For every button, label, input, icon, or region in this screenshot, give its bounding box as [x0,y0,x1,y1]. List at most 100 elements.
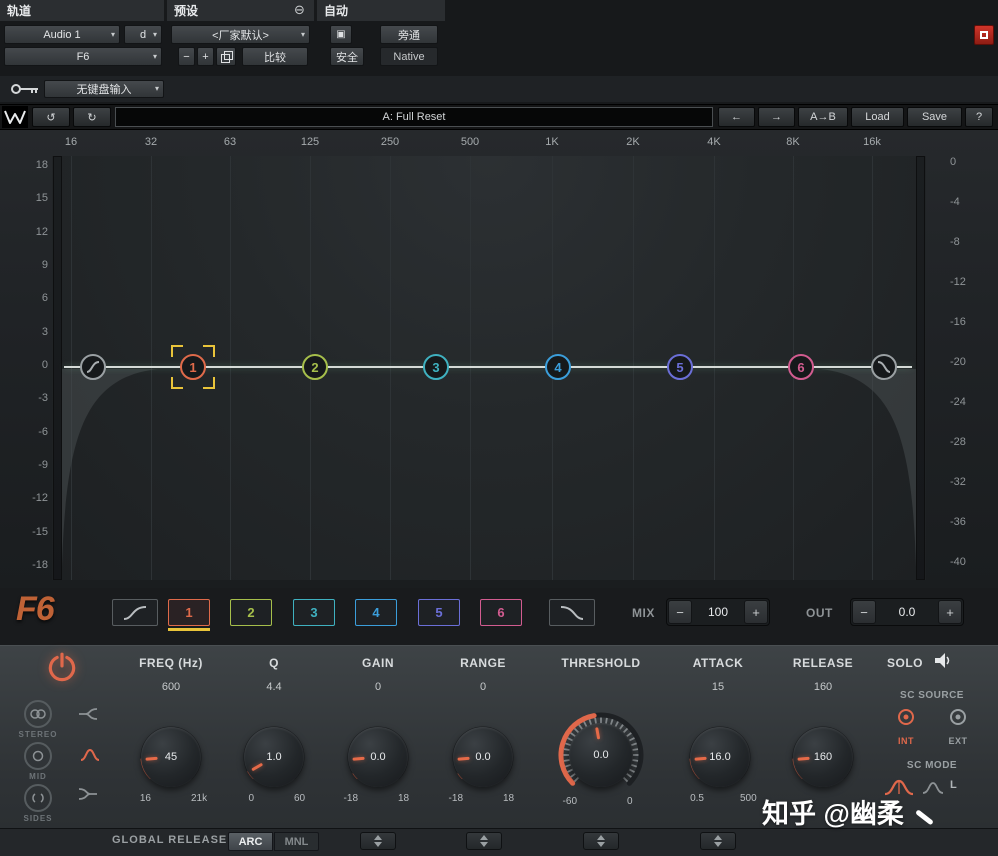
safe-button[interactable]: 安全 [330,47,364,66]
freq-knob[interactable]: 45 [136,722,206,792]
range-knob[interactable]: 0.0 [448,722,518,792]
waves-logo-icon [4,110,26,124]
sc-mode-l-label[interactable]: L [950,779,957,791]
int-source-icon[interactable] [897,708,915,726]
band-button-6[interactable]: 6 [480,599,522,626]
freq-axis-label: 8K [786,136,800,148]
db-label-left: -9 [38,459,48,471]
band-node-5[interactable]: 5 [667,354,693,380]
compare-button[interactable]: 比较 [242,47,308,66]
sides-button[interactable] [24,784,52,812]
range-nudge-spinner[interactable] [466,832,502,850]
band-button-2[interactable]: 2 [230,599,272,626]
q-knob[interactable]: 1.0 [239,722,309,792]
threshold-nudge-spinner[interactable] [583,832,619,850]
d-button[interactable]: d ▾ [124,25,162,44]
db-label-left: 15 [35,192,48,204]
gridline [390,156,391,580]
highpass-button[interactable] [112,599,158,626]
mid-button[interactable] [24,742,52,770]
db-label-right: -8 [950,236,960,248]
power-button[interactable] [44,650,80,686]
save-button[interactable]: Save [907,107,962,127]
db-label-left: 9 [41,259,48,271]
highpass-node[interactable] [80,354,106,380]
lowpass-node[interactable] [871,354,897,380]
ext-label: EXT [948,736,968,746]
band-button-1[interactable]: 1 [168,599,210,626]
attack-knob[interactable]: 16.0 [685,722,755,792]
freq-axis-label: 16k [863,136,881,148]
split-routing-icon[interactable] [78,706,98,722]
band-1-selected-underline [168,628,210,631]
undo-button[interactable]: ↺ [32,107,70,127]
automation-read-button[interactable]: ▣ [330,25,352,44]
sides-label: SIDES [23,814,53,823]
gain-readout: 0 [374,681,382,693]
lowpass-slope-shade [820,369,916,567]
preset-copy-button[interactable] [216,47,236,66]
out-increment-button[interactable]: + [938,600,962,624]
chevron-down-icon: ▾ [152,29,157,39]
up-arrow-icon [374,835,382,840]
preset-back-button[interactable]: ← [718,107,755,127]
int-label: INT [898,736,914,746]
ab-compare-button[interactable]: A→B [798,107,848,127]
activate-icon [980,31,988,39]
gridline [230,156,231,580]
chevron-down-icon: ▾ [300,29,305,39]
preset-prev-button[interactable]: − [178,47,195,66]
mix-increment-button[interactable]: + [744,600,768,624]
band-button-5[interactable]: 5 [418,599,460,626]
out-decrement-button[interactable]: − [852,600,876,624]
redo-button[interactable]: ↻ [73,107,111,127]
knob-max-label: 18 [503,793,515,804]
band-button-3[interactable]: 3 [293,599,335,626]
preset-menu-icon[interactable]: ⊖ [294,2,305,18]
mix-value[interactable]: 100 [693,605,743,619]
activate-button[interactable] [974,25,994,45]
band-node-3[interactable]: 3 [423,354,449,380]
ext-source-icon[interactable] [949,708,967,726]
lowpass-button[interactable] [549,599,595,626]
threshold-knob[interactable]: 0.0 [551,705,651,805]
keyboard-input-select[interactable]: 无键盘输入 ▾ [44,80,164,98]
preset-select[interactable]: <厂家默认> ▾ [171,25,310,44]
speaker-icon[interactable] [934,653,954,669]
bell-band-icon[interactable] [80,748,100,762]
plugin-window: 轨道 预设 ⊖ 自动 Audio 1 ▾ d ▾ F6 ▾ <厂家默认> ▾ − + 比… [0,0,998,856]
native-mode-button[interactable]: Native [380,47,438,66]
sc-source-label: SC SOURCE [900,690,964,701]
band-button-4[interactable]: 4 [355,599,397,626]
out-value[interactable]: 0.0 [877,605,937,619]
plugin-select[interactable]: F6 ▾ [4,47,162,66]
down-arrow-icon [480,842,488,847]
merge-routing-icon[interactable] [78,786,98,802]
preset-display-field[interactable]: A: Full Reset [115,107,713,127]
highpass-icon [123,605,147,620]
band-node-4[interactable]: 4 [545,354,571,380]
band-node-6[interactable]: 6 [788,354,814,380]
gain-nudge-spinner[interactable] [360,832,396,850]
help-button[interactable]: ? [965,107,993,127]
up-arrow-icon [480,835,488,840]
mix-control: − 100 + [666,598,770,626]
band-node-2[interactable]: 2 [302,354,328,380]
freq-axis-label: 500 [460,136,480,148]
mix-decrement-button[interactable]: − [668,600,692,624]
arc-button[interactable]: ARC [228,832,273,851]
channel-select[interactable]: Audio 1 ▾ [4,25,120,44]
stereo-button[interactable] [24,700,52,728]
load-button[interactable]: Load [851,107,904,127]
attack-nudge-spinner[interactable] [700,832,736,850]
db-label-left: 3 [41,326,48,338]
preset-forward-button[interactable]: → [758,107,795,127]
release-knob[interactable]: 160 [788,722,858,792]
gain-knob[interactable]: 0.0 [343,722,413,792]
mnl-button[interactable]: MNL [274,832,319,851]
db-label-right: -28 [950,436,966,448]
waves-logo [2,106,28,128]
knob-value: 45 [164,751,178,763]
bypass-button[interactable]: 旁通 [380,25,438,44]
preset-next-button[interactable]: + [197,47,214,66]
